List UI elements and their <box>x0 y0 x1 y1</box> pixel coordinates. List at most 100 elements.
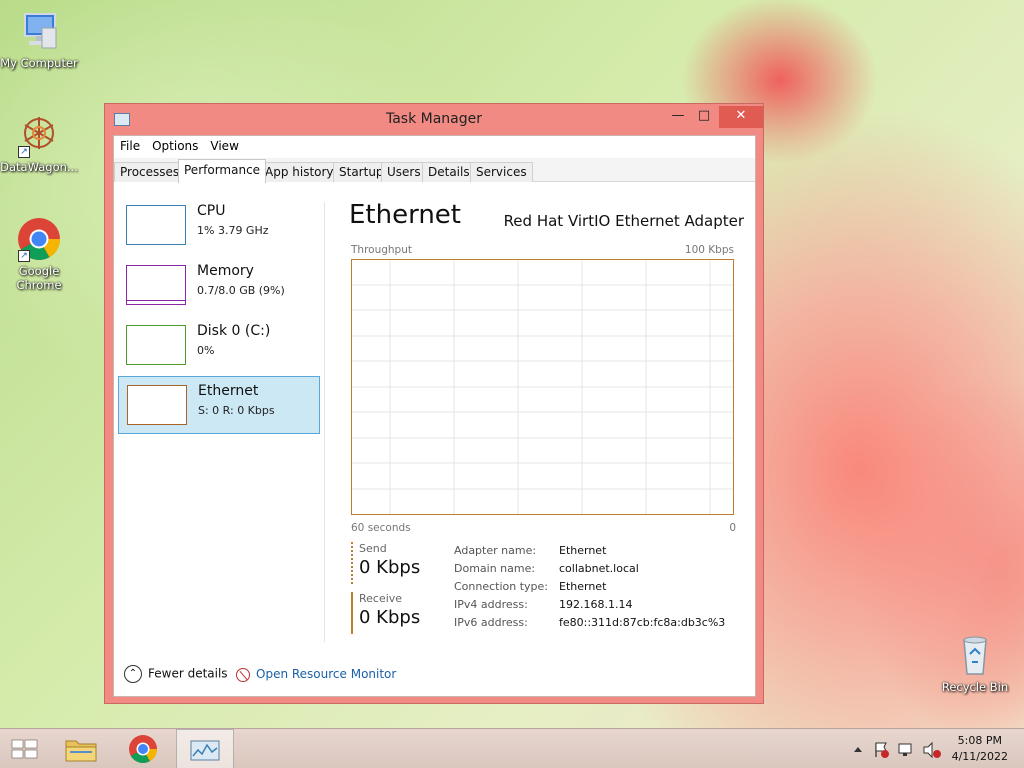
receive-label: Receive <box>359 592 403 605</box>
datawagon-icon: ↗ <box>16 112 62 158</box>
volume-muted-icon <box>923 741 941 759</box>
pane-divider[interactable] <box>324 202 325 642</box>
google-chrome-desktop-icon[interactable]: ↗ Google Chrome <box>0 216 78 292</box>
perf-item-value: 0% <box>197 344 215 357</box>
system-clock[interactable]: 5:08 PM 4/11/2022 <box>952 733 1008 765</box>
receive-value: 0 Kbps <box>359 607 421 628</box>
clock-date: 4/11/2022 <box>951 750 1008 763</box>
perf-item-name: Disk 0 (C:) <box>197 323 271 339</box>
perf-item-disk[interactable]: Disk 0 (C:) 0% <box>118 317 320 375</box>
network-icon <box>898 743 912 756</box>
close-button[interactable]: ✕ <box>719 106 763 128</box>
ethernet-detail-panel: Ethernet Red Hat VirtIO Ethernet Adapter… <box>344 182 744 634</box>
fewer-details-label: Fewer details <box>148 666 228 681</box>
time-zero-label: 0 <box>729 522 736 534</box>
perf-item-ethernet[interactable]: Ethernet S: 0 R: 0 Kbps <box>118 376 320 434</box>
adapter-properties: Adapter name: Ethernet Domain name: coll… <box>454 544 744 634</box>
datawagon-desktop-icon[interactable]: ↗ DataWagon... <box>0 112 78 174</box>
disk-thumbnail-graph <box>126 325 186 365</box>
property-key: Adapter name: <box>454 544 537 557</box>
folder-icon <box>65 740 97 762</box>
adapter-description: Red Hat VirtIO Ethernet Adapter <box>503 212 744 230</box>
resource-monitor-label: Open Resource Monitor <box>256 667 397 681</box>
tab-app-history[interactable]: App history <box>259 162 340 182</box>
chevron-up-icon: ⌃ <box>124 665 142 683</box>
tray-icons <box>854 741 941 759</box>
perf-item-name: Ethernet <box>198 383 259 399</box>
task-manager-taskbar-button[interactable] <box>176 729 234 768</box>
recycle-bin-icon <box>952 632 998 678</box>
windows-logo-icon <box>11 739 38 759</box>
performance-sidebar: CPU 1% 3.79 GHz Memory 0.7/8.0 GB (9%) D… <box>114 182 329 622</box>
graph-label: Throughput <box>351 244 412 256</box>
memory-thumbnail-graph <box>126 265 186 305</box>
my-computer-desktop-icon[interactable]: My Computer <box>0 8 78 70</box>
tab-strip: Processes Performance App history Startu… <box>114 158 755 183</box>
throughput-graph <box>351 259 734 515</box>
resource-monitor-icon <box>236 667 250 682</box>
property-key: IPv6 address: <box>454 616 528 629</box>
perf-item-value: 0.7/8.0 GB (9%) <box>197 284 285 297</box>
menu-bar: File Options View <box>114 136 755 158</box>
chrome-taskbar-button[interactable] <box>114 729 172 768</box>
tab-processes[interactable]: Processes <box>114 162 186 182</box>
detail-title: Ethernet <box>349 200 461 230</box>
perf-item-name: Memory <box>197 263 254 279</box>
menu-view[interactable]: View <box>204 136 244 153</box>
perf-item-value: 1% 3.79 GHz <box>197 224 269 237</box>
show-hidden-icons-icon <box>854 747 862 752</box>
menu-file[interactable]: File <box>114 136 146 153</box>
throughput-grid <box>352 260 733 514</box>
desktop-icon-label: DataWagon... <box>0 160 78 174</box>
property-row: Connection type: Ethernet <box>454 580 744 598</box>
tab-performance[interactable]: Performance <box>178 159 267 183</box>
clock-time: 5:08 PM <box>957 734 1002 747</box>
property-row: IPv6 address: fe80::311d:87cb:fc8a:db3c%… <box>454 616 744 634</box>
send-metric: Send 0 Kbps <box>351 542 420 584</box>
ethernet-thumbnail-graph <box>127 385 187 425</box>
property-value: Ethernet <box>559 580 607 593</box>
perf-item-memory[interactable]: Memory 0.7/8.0 GB (9%) <box>118 257 320 315</box>
recycle-bin-desktop-icon[interactable]: Recycle Bin <box>936 632 1014 694</box>
start-button[interactable] <box>0 729 58 768</box>
desktop-icon-label: Google Chrome <box>16 264 62 292</box>
desktop-icon-label: My Computer <box>0 56 78 70</box>
chrome-icon <box>129 735 157 763</box>
title-bar[interactable]: Task Manager — □ ✕ <box>105 104 763 136</box>
task-manager-window: Task Manager — □ ✕ File Options View Proce… <box>104 103 764 704</box>
computer-icon <box>16 8 62 54</box>
property-key: IPv4 address: <box>454 598 528 611</box>
fewer-details-button[interactable]: ⌃ Fewer details <box>124 665 228 683</box>
property-value: collabnet.local <box>559 562 639 575</box>
graph-max-label: 100 Kbps <box>684 244 734 256</box>
file-explorer-taskbar-button[interactable] <box>52 729 110 768</box>
tab-details[interactable]: Details <box>422 162 476 182</box>
receive-metric: Receive 0 Kbps <box>351 592 420 634</box>
open-resource-monitor-link[interactable]: Open Resource Monitor <box>236 667 396 682</box>
system-tray <box>848 729 948 768</box>
tab-users[interactable]: Users <box>381 162 427 182</box>
menu-options[interactable]: Options <box>146 136 204 153</box>
property-key: Domain name: <box>454 562 536 575</box>
perf-item-cpu[interactable]: CPU 1% 3.79 GHz <box>118 197 320 255</box>
window-client-area: File Options View Processes Performance Ap… <box>113 135 756 697</box>
desktop-icon-label: Recycle Bin <box>941 680 1009 694</box>
maximize-button[interactable]: □ <box>691 106 717 128</box>
minimize-button[interactable]: — <box>665 106 691 128</box>
time-span-label: 60 seconds <box>351 522 411 534</box>
property-row: Adapter name: Ethernet <box>454 544 744 562</box>
taskbar: 5:08 PM 4/11/2022 <box>0 728 1024 768</box>
send-value: 0 Kbps <box>359 557 421 578</box>
property-row: IPv4 address: 192.168.1.14 <box>454 598 744 616</box>
send-label: Send <box>359 542 387 555</box>
task-manager-icon <box>190 740 220 761</box>
window-footer: ⌃ Fewer details Open Resource Monitor <box>114 656 755 696</box>
tab-services[interactable]: Services <box>470 162 533 182</box>
shortcut-arrow-icon: ↗ <box>18 250 30 262</box>
property-value: Ethernet <box>559 544 607 557</box>
perf-item-value: S: 0 R: 0 Kbps <box>198 404 275 417</box>
property-value: 192.168.1.14 <box>559 598 633 611</box>
perf-item-name: CPU <box>197 203 226 219</box>
property-key: Connection type: <box>454 580 549 593</box>
shortcut-arrow-icon: ↗ <box>18 146 30 158</box>
